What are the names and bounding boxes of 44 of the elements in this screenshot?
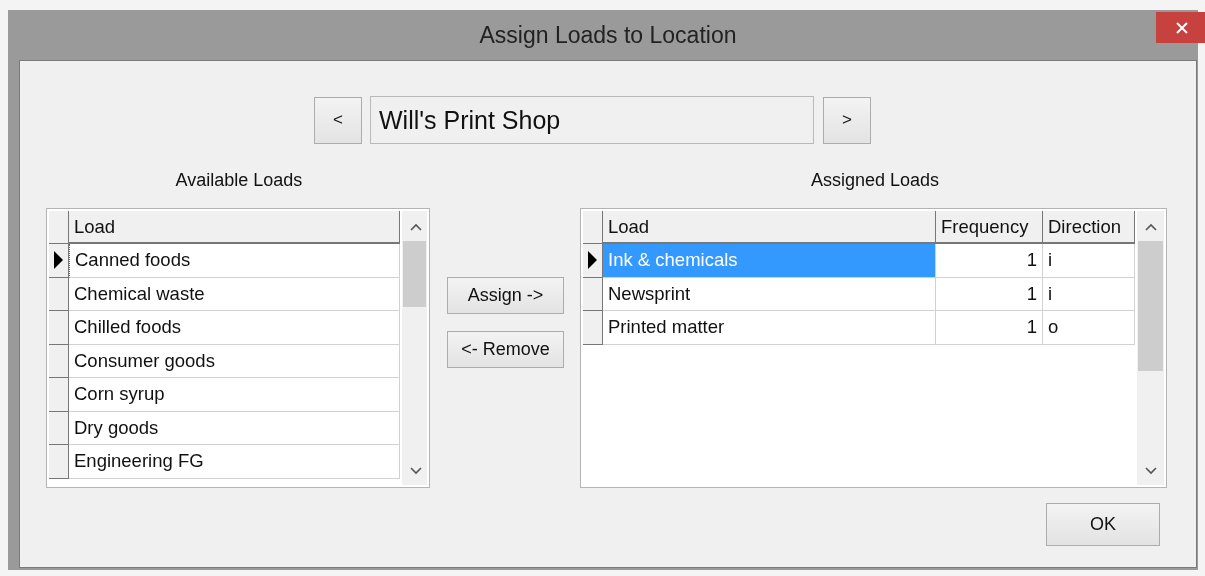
close-icon <box>1175 21 1188 34</box>
table-cell[interactable]: Dry goods <box>69 411 400 445</box>
scroll-thumb[interactable] <box>403 241 426 307</box>
next-button[interactable]: > <box>823 96 871 144</box>
window-title: Assign Loads to Location <box>479 21 737 49</box>
table-cell[interactable]: Newsprint <box>603 277 936 311</box>
close-button[interactable] <box>1156 12 1205 43</box>
current-row-icon <box>588 251 597 270</box>
scrollbar[interactable] <box>1137 211 1164 485</box>
table-cell[interactable]: i <box>1043 277 1135 311</box>
column-header[interactable]: Frequency <box>936 211 1043 244</box>
ok-button[interactable]: OK <box>1046 503 1160 546</box>
row-header <box>583 211 603 244</box>
table-cell[interactable]: Canned foods <box>69 244 400 278</box>
row-header[interactable] <box>49 244 69 278</box>
table-cell[interactable]: Consumer goods <box>69 344 400 378</box>
table-cell[interactable]: i <box>1043 244 1135 278</box>
column-header[interactable]: Load <box>69 211 400 244</box>
current-row-icon <box>54 251 63 270</box>
table-cell[interactable]: 1 <box>936 311 1043 345</box>
scroll-down-icon <box>1145 467 1157 475</box>
column-header[interactable]: Direction <box>1043 211 1135 244</box>
table-cell[interactable]: Corn syrup <box>69 378 400 412</box>
table-cell[interactable]: Chilled foods <box>69 311 400 345</box>
table-cell[interactable]: Printed matter <box>603 311 936 345</box>
scroll-up-icon <box>410 223 422 231</box>
available-loads-label: Available Loads <box>174 170 304 192</box>
table-cell[interactable]: 1 <box>936 277 1043 311</box>
assign-button[interactable]: Assign -> <box>447 277 564 314</box>
table-cell[interactable]: Chemical waste <box>69 277 400 311</box>
scroll-thumb[interactable] <box>1138 241 1163 371</box>
scroll-down-icon <box>410 467 422 475</box>
scrollbar[interactable] <box>402 211 427 485</box>
table-cell[interactable]: Engineering FG <box>69 445 400 479</box>
location-field[interactable]: Will's Print Shop <box>370 96 814 144</box>
scroll-up-icon <box>1145 223 1157 231</box>
row-header[interactable] <box>583 244 603 278</box>
table-cell[interactable]: 1 <box>936 244 1043 278</box>
row-header <box>49 211 69 244</box>
column-header[interactable]: Load <box>603 211 936 244</box>
table-cell[interactable]: o <box>1043 311 1135 345</box>
previous-button[interactable]: < <box>314 96 362 144</box>
assigned-loads-label: Assigned Loads <box>809 170 941 192</box>
remove-button[interactable]: <- Remove <box>447 331 564 368</box>
